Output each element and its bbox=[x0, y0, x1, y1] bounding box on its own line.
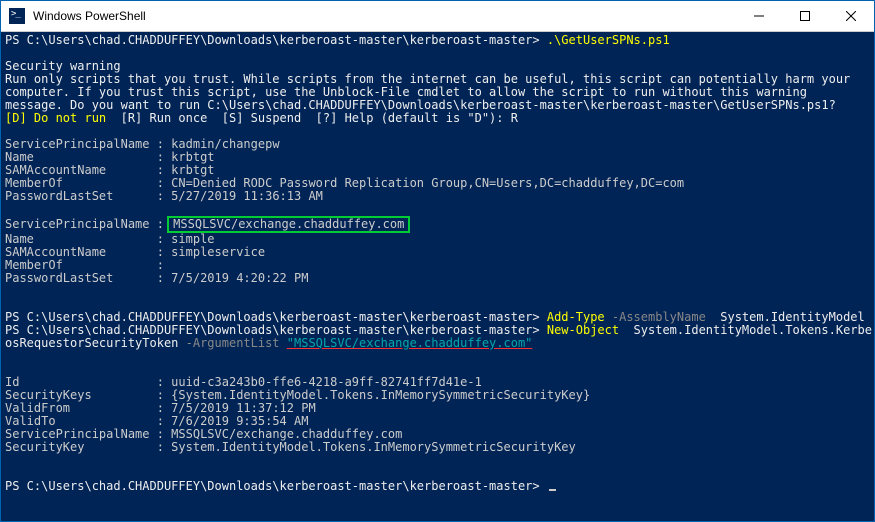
cmd-new-object-wrap: osRequestorSecurityToken bbox=[5, 336, 178, 350]
record-1-name: Name : krbtgt bbox=[5, 150, 215, 164]
minimize-button[interactable] bbox=[736, 1, 782, 31]
record-2-name: Name : simple bbox=[5, 232, 215, 246]
record-1-spn: ServicePrincipalName : kadmin/changepw bbox=[5, 137, 280, 151]
prompt-line-2: PS C:\Users\chad.CHADDUFFEY\Downloads\ke… bbox=[5, 310, 547, 324]
output-spn: ServicePrincipalName : MSSQLSVC/exchange… bbox=[5, 427, 402, 441]
close-button[interactable] bbox=[828, 1, 874, 31]
maximize-button[interactable] bbox=[782, 1, 828, 31]
output-securitykeys: SecurityKeys : {System.IdentityModel.Tok… bbox=[5, 388, 590, 402]
cursor bbox=[549, 489, 556, 491]
cmd-new-object-type: System.IdentityModel.Tokens.Kerber bbox=[619, 323, 874, 337]
output-id: Id : uuid-c3a243b0-ffe6-4218-a9ff-82741f… bbox=[5, 375, 482, 389]
record-2-memberof: MemberOf : bbox=[5, 258, 171, 272]
prompt-line-final: PS C:\Users\chad.CHADDUFFEY\Downloads\ke… bbox=[5, 479, 547, 493]
cmd-new-object-argval: "MSSQLSVC/exchange.chadduffey.com" bbox=[287, 336, 533, 350]
cmd-add-type: Add-Type bbox=[547, 310, 605, 324]
output-securitykey: SecurityKey : System.IdentityModel.Token… bbox=[5, 440, 576, 454]
security-warning-body: Run only scripts that you trust. While s… bbox=[5, 72, 850, 112]
command-getuserspns: .\GetUserSPNs.ps1 bbox=[547, 33, 670, 47]
output-validto: ValidTo : 7/6/2019 9:35:54 AM bbox=[5, 414, 308, 428]
powershell-window: Windows PowerShell PS C:\Users\chad.CHAD… bbox=[0, 0, 875, 522]
powershell-icon bbox=[9, 8, 25, 24]
prompt-line: PS C:\Users\chad.CHADDUFFEY\Downloads\ke… bbox=[5, 33, 547, 47]
record-2-passwordlastset: PasswordLastSet : 7/5/2019 4:20:22 PM bbox=[5, 271, 308, 285]
security-warning-title: Security warning bbox=[5, 59, 121, 73]
cmd-new-object: New-Object bbox=[547, 323, 619, 337]
cmd-add-type-param: -AssemblyName bbox=[605, 310, 713, 324]
cmd-new-object-arg: -ArgumentList bbox=[178, 336, 286, 350]
security-warning-choices: [D] Do not run [R] Run once [S] Suspend … bbox=[5, 111, 518, 125]
record-2-sam: SAMAccountName : simpleservice bbox=[5, 245, 265, 259]
prompt-line-3: PS C:\Users\chad.CHADDUFFEY\Downloads\ke… bbox=[5, 323, 547, 337]
window-controls bbox=[736, 1, 874, 31]
record-2-spn: ServicePrincipalName : MSSQLSVC/exchange… bbox=[5, 217, 410, 231]
terminal[interactable]: PS C:\Users\chad.CHADDUFFEY\Downloads\ke… bbox=[1, 32, 874, 521]
cmd-add-type-value: System.IdentityModel bbox=[713, 310, 865, 324]
record-1-sam: SAMAccountName : krbtgt bbox=[5, 163, 215, 177]
titlebar[interactable]: Windows PowerShell bbox=[1, 1, 874, 32]
window-title: Windows PowerShell bbox=[33, 9, 736, 23]
record-1-passwordlastset: PasswordLastSet : 5/27/2019 11:36:13 AM bbox=[5, 189, 323, 203]
highlighted-spn: MSSQLSVC/exchange.chadduffey.com bbox=[167, 216, 410, 233]
output-validfrom: ValidFrom : 7/5/2019 11:37:12 PM bbox=[5, 401, 316, 415]
record-1-memberof: MemberOf : CN=Denied RODC Password Repli… bbox=[5, 176, 684, 190]
